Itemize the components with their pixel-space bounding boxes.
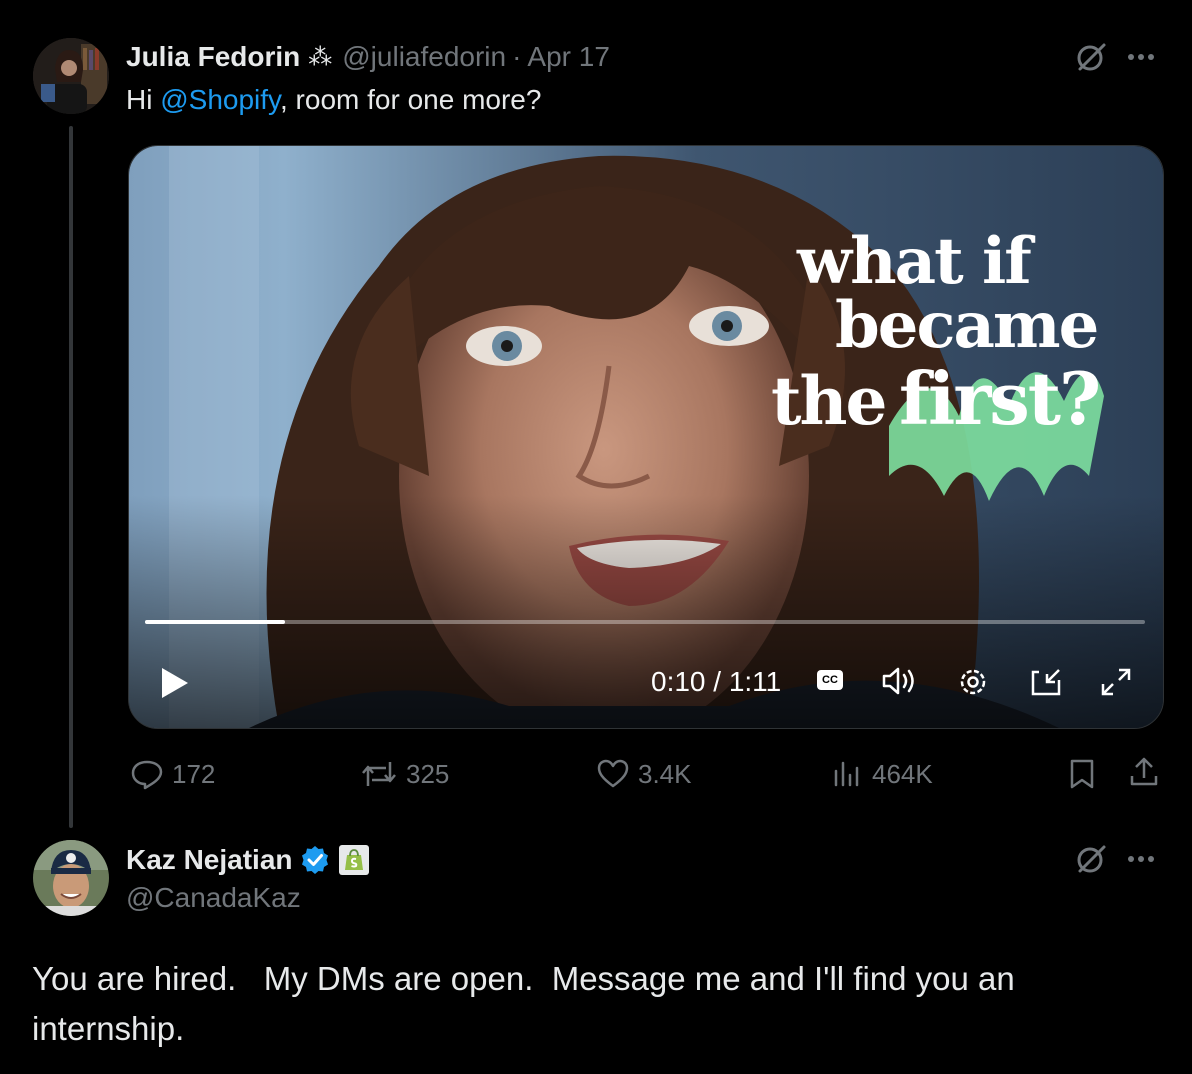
overlay-line-3: the <box>771 362 887 440</box>
author-name[interactable]: Kaz Nejatian <box>126 844 293 876</box>
reply-action[interactable]: 172 <box>130 757 215 791</box>
share-icon[interactable] <box>1128 756 1160 788</box>
cc-label: CC <box>822 674 838 686</box>
reply-count: 172 <box>172 758 216 789</box>
bookmark-icon[interactable] <box>1068 758 1096 790</box>
reply-icon <box>131 760 163 790</box>
grok-icon[interactable] <box>1074 842 1108 876</box>
repost-action[interactable]: 325 <box>360 757 449 791</box>
tweet-text-prefix: Hi <box>126 84 161 115</box>
views-icon <box>834 761 859 787</box>
overlay-line-2: became <box>835 288 1099 363</box>
tweet-text-suffix: , room for one more? <box>279 84 542 115</box>
tweet2-text: You are hired. My DMs are open. Message … <box>32 960 1024 1047</box>
time-display: 0:10 / 1:11 <box>651 666 782 697</box>
verified-badge-icon <box>301 846 328 874</box>
post-date[interactable]: Apr 17 <box>527 41 610 73</box>
volume-icon[interactable] <box>881 666 919 696</box>
play-icon[interactable] <box>159 666 191 700</box>
tweet1-text: Hi @Shopify, room for one more? <box>126 84 541 116</box>
fullscreen-icon[interactable] <box>1099 666 1133 698</box>
pip-icon[interactable] <box>1029 666 1063 698</box>
author-handle[interactable]: @juliafedorin <box>342 41 506 73</box>
video-player[interactable]: what if became the first? 0:10 / 1:11 CC <box>128 145 1164 729</box>
tweet1-header: Julia Fedorin ⁂ @juliafedorin · Apr 17 <box>126 38 610 76</box>
views-action[interactable]: 464K <box>832 757 933 791</box>
like-action[interactable]: 3.4K <box>596 757 692 791</box>
tweet2-header: Kaz Nejatian <box>126 840 369 880</box>
cc-icon[interactable]: CC <box>817 670 843 690</box>
repost-icon <box>362 762 396 786</box>
more-icon[interactable] <box>1126 854 1160 864</box>
like-count: 3.4K <box>638 758 692 789</box>
like-icon <box>597 759 629 788</box>
avatar-kaz[interactable] <box>33 840 109 916</box>
views-count: 464K <box>872 758 933 789</box>
more-icon[interactable] <box>1126 52 1160 62</box>
author-name[interactable]: Julia Fedorin <box>126 41 300 73</box>
progress-track[interactable] <box>145 620 1145 624</box>
shopify-badge-icon[interactable] <box>338 845 369 875</box>
author-handle[interactable]: @CanadaKaz <box>126 882 301 914</box>
avatar-julia[interactable] <box>33 38 109 114</box>
repost-count: 325 <box>406 758 450 789</box>
grok-icon[interactable] <box>1074 40 1108 74</box>
thread-line <box>69 126 73 828</box>
header-separator: · <box>512 41 522 72</box>
overlay-line-4: first? <box>899 356 1101 441</box>
name-badge-icon: ⁂ <box>308 43 333 71</box>
settings-icon[interactable] <box>957 666 989 698</box>
mention-link[interactable]: @Shopify <box>160 84 280 115</box>
progress-fill <box>145 620 285 624</box>
